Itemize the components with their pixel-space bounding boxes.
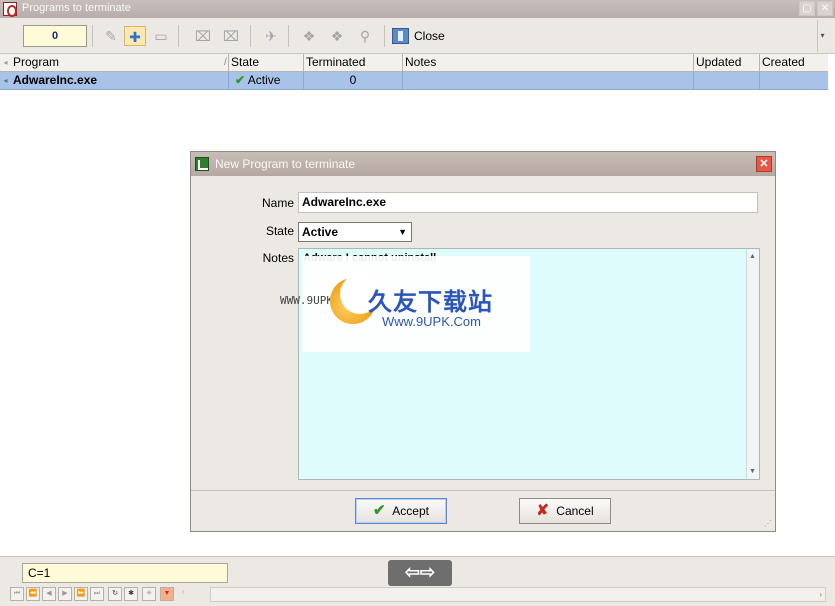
accept-button[interactable]: ✔ Accept bbox=[355, 498, 447, 524]
toolbar-separator bbox=[384, 25, 385, 47]
record-counter: 0 bbox=[23, 25, 87, 47]
search-icon[interactable]: ⚲ bbox=[354, 26, 376, 46]
scroll-down-icon[interactable]: ▼ bbox=[749, 468, 756, 475]
scroll-right-icon[interactable]: › bbox=[819, 588, 822, 601]
refresh-icon[interactable]: ✈ bbox=[260, 26, 282, 46]
edit-icon[interactable]: ✎ bbox=[100, 26, 122, 46]
table-row[interactable]: ◂ AdwareInc.exe ✔ Active 0 bbox=[0, 72, 828, 90]
record-count: C=1 bbox=[22, 563, 228, 583]
cell-created bbox=[760, 72, 828, 90]
scroll-up-icon[interactable]: ▲ bbox=[749, 253, 756, 260]
splitter-arrows-icon[interactable]: ⇦⇨ bbox=[388, 560, 452, 586]
toolbar-separator bbox=[178, 25, 179, 47]
dialog-title: New Program to terminate bbox=[215, 157, 356, 171]
name-input[interactable]: AdwareInc.exe bbox=[298, 192, 758, 213]
cancel-button[interactable]: ✘ Cancel bbox=[519, 498, 611, 524]
next-page-icon[interactable]: ⏩ bbox=[74, 587, 88, 601]
next-record-icon[interactable]: ▶ bbox=[58, 587, 72, 601]
last-record-icon[interactable]: ⏭ bbox=[90, 587, 104, 601]
notes-scrollbar[interactable]: ▲ ▼ bbox=[746, 249, 759, 479]
column-header-terminated[interactable]: Terminated bbox=[304, 54, 403, 72]
watermark-url: Www.9UPK.Com bbox=[382, 314, 481, 329]
column-header-notes[interactable]: Notes bbox=[403, 54, 694, 72]
x-icon: ✘ bbox=[536, 502, 549, 519]
exit-door-icon bbox=[392, 28, 409, 44]
check-icon: ✔ bbox=[235, 73, 246, 87]
toolbar-separator bbox=[92, 25, 93, 47]
delete-icon[interactable]: ⌧ bbox=[192, 26, 214, 46]
status-bar: C=1 ⇦⇨ ⏮ ⏪ ◀ ▶ ⏩ ⏭ ↻ ✱ ✳ ▼ ‹ › bbox=[0, 556, 835, 606]
cell-notes bbox=[403, 72, 694, 90]
name-label: Name bbox=[261, 196, 294, 210]
horizontal-scrollbar[interactable]: › bbox=[210, 587, 826, 602]
checklist-icon bbox=[195, 157, 209, 171]
prev-page-icon[interactable]: ⏪ bbox=[26, 587, 40, 601]
app-icon bbox=[3, 2, 17, 17]
column-header-program[interactable]: Program / bbox=[11, 54, 229, 72]
notes-label: Notes bbox=[262, 251, 294, 265]
filter-icon[interactable]: ▼ bbox=[160, 587, 174, 601]
row-indicator-icon: ◂ bbox=[3, 76, 8, 85]
maximize-icon[interactable]: ▢ bbox=[799, 1, 815, 16]
column-header-created[interactable]: Created bbox=[760, 54, 828, 72]
cell-program: AdwareInc.exe bbox=[11, 72, 229, 90]
first-record-icon[interactable]: ⏮ bbox=[10, 587, 24, 601]
window-titlebar: Programs to terminate ▢ ✕ bbox=[0, 0, 835, 18]
delete-all-icon[interactable]: ⌧ bbox=[220, 26, 242, 46]
toolbar-scroll-icon[interactable]: ▾ bbox=[817, 20, 827, 52]
resize-grip-icon[interactable]: ⋰ bbox=[764, 519, 772, 528]
close-window-icon[interactable]: ✕ bbox=[817, 1, 833, 16]
dropdown-arrow-icon: ▼ bbox=[398, 227, 407, 237]
watermark-chinese-text: 久友下载站 bbox=[368, 289, 493, 316]
close-button-label: Close bbox=[414, 29, 445, 43]
check-icon: ✔ bbox=[373, 502, 386, 519]
cell-terminated: 0 bbox=[304, 72, 403, 90]
toolbar: 0 ✎ ✚ ▭ ⌧ ⌧ ✈ ❖ ❖ ⚲ Close ▾ bbox=[0, 18, 835, 54]
folder-icon[interactable]: ▭ bbox=[150, 26, 172, 46]
column-header-updated[interactable]: Updated bbox=[694, 54, 760, 72]
dialog-close-icon[interactable]: ✕ bbox=[756, 156, 772, 172]
state-select[interactable]: Active ▼ bbox=[298, 222, 412, 242]
bookmark-icon[interactable]: ✳ bbox=[142, 587, 156, 601]
add-record-icon[interactable]: ✚ bbox=[124, 26, 146, 46]
print-preview-icon[interactable]: ❖ bbox=[326, 26, 348, 46]
row-indicator-icon: ◂ bbox=[3, 58, 8, 67]
close-button[interactable]: Close bbox=[392, 26, 445, 46]
refresh-icon[interactable]: ↻ bbox=[108, 587, 122, 601]
asterisk-icon[interactable]: ✱ bbox=[124, 587, 138, 601]
cell-updated bbox=[694, 72, 760, 90]
print-icon[interactable]: ❖ bbox=[298, 26, 320, 46]
watermark-logo: WWW.9UPK.COM 久友下载站 Www.9UPK.Com bbox=[280, 256, 530, 352]
dialog-separator bbox=[191, 490, 775, 491]
sort-icon: / bbox=[224, 57, 227, 68]
column-header-state[interactable]: State bbox=[229, 54, 304, 72]
scroll-left-icon[interactable]: ‹ bbox=[176, 587, 190, 601]
dialog-titlebar: New Program to terminate ✕ bbox=[191, 152, 775, 176]
prev-record-icon[interactable]: ◀ bbox=[42, 587, 56, 601]
toolbar-separator bbox=[250, 25, 251, 47]
toolbar-separator bbox=[288, 25, 289, 47]
grid-header: ◂ Program / State Terminated Notes Updat… bbox=[0, 54, 828, 72]
cell-state: ✔ Active bbox=[229, 72, 304, 90]
window-title: Programs to terminate bbox=[22, 2, 131, 14]
state-label: State bbox=[265, 224, 294, 238]
